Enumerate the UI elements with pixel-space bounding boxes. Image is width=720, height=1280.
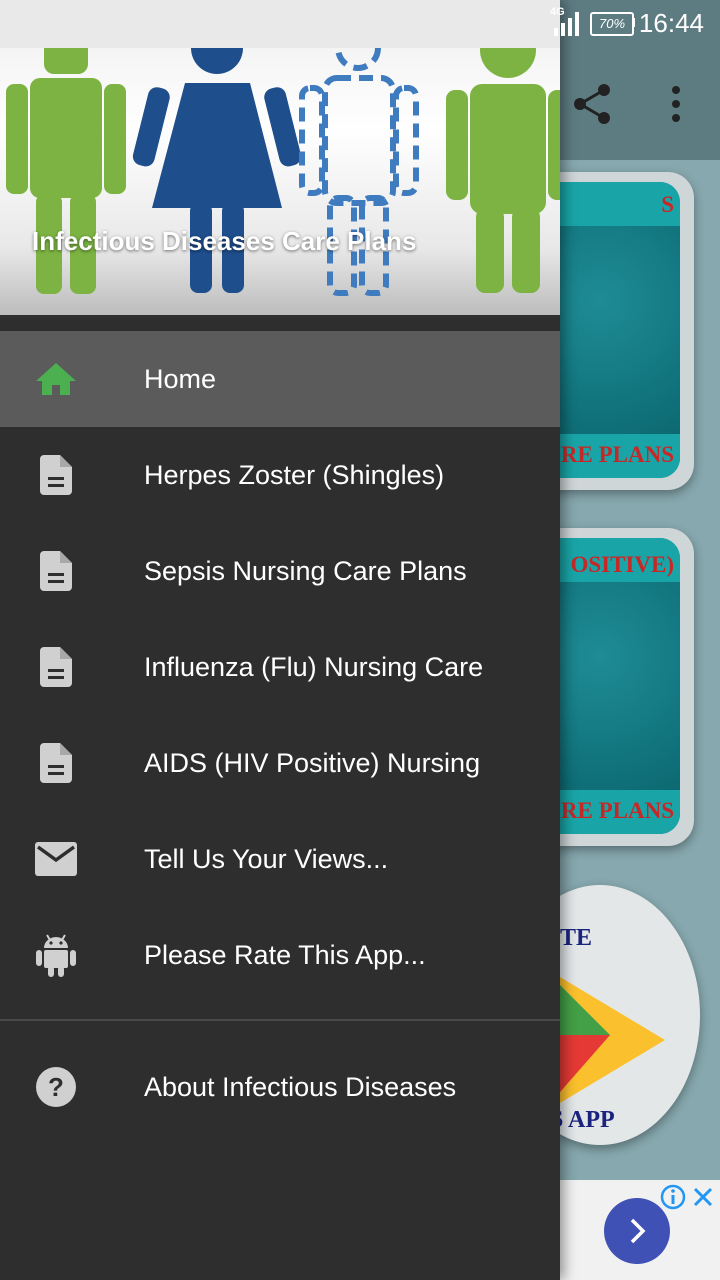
menu-item-label: AIDS (HIV Positive) Nursing bbox=[144, 747, 481, 778]
menu-item-label: Sepsis Nursing Care Plans bbox=[144, 555, 467, 586]
document-icon bbox=[34, 453, 78, 497]
document-icon bbox=[34, 549, 78, 593]
navigation-drawer: Infectious Diseases Care Plans Home Herp… bbox=[0, 0, 560, 1280]
clock: 16:44 bbox=[638, 8, 704, 38]
drawer-header: Infectious Diseases Care Plans bbox=[0, 48, 560, 315]
menu-divider bbox=[0, 1019, 560, 1021]
close-icon[interactable] bbox=[690, 1184, 716, 1210]
menu-item-label: Home bbox=[144, 363, 217, 394]
menu-item-herpes-zoster[interactable]: Herpes Zoster (Shingles) bbox=[0, 427, 560, 523]
status-bar: 4G 70% 16:44 bbox=[0, 0, 720, 48]
menu-item-sepsis[interactable]: Sepsis Nursing Care Plans bbox=[0, 523, 560, 619]
menu-item-rate-app[interactable]: Please Rate This App... bbox=[0, 907, 560, 1003]
help-icon: ? bbox=[34, 1065, 78, 1109]
people-figures-image bbox=[6, 48, 560, 296]
battery-tip bbox=[632, 18, 635, 27]
svg-text:?: ? bbox=[48, 1072, 64, 1102]
signal-icon bbox=[554, 12, 579, 36]
drawer-menu: Home Herpes Zoster (Shingles) Sepsis Nur… bbox=[0, 331, 560, 1003]
menu-item-about[interactable]: ? About Infectious Diseases bbox=[0, 1039, 560, 1135]
menu-item-label: About Infectious Diseases bbox=[144, 1071, 457, 1102]
more-options-icon[interactable] bbox=[652, 80, 700, 128]
chevron-right-icon bbox=[630, 1218, 646, 1244]
share-icon[interactable] bbox=[568, 80, 616, 128]
battery-icon: 70% bbox=[590, 12, 634, 36]
menu-item-influenza[interactable]: Influenza (Flu) Nursing Care bbox=[0, 619, 560, 715]
menu-item-feedback[interactable]: Tell Us Your Views... bbox=[0, 811, 560, 907]
rate-top-text: TE bbox=[560, 925, 593, 951]
drawer-title: Infectious Diseases Care Plans bbox=[32, 226, 417, 256]
document-icon bbox=[34, 741, 78, 785]
menu-item-home[interactable]: Home bbox=[0, 331, 560, 427]
menu-item-label: Please Rate This App... bbox=[144, 939, 426, 970]
mail-icon bbox=[34, 837, 78, 881]
android-icon bbox=[34, 933, 78, 977]
home-icon bbox=[34, 357, 78, 401]
menu-item-label: Herpes Zoster (Shingles) bbox=[144, 459, 445, 490]
menu-item-label: Influenza (Flu) Nursing Care bbox=[144, 651, 484, 682]
battery-level: 70% bbox=[598, 16, 626, 31]
info-icon[interactable] bbox=[660, 1184, 686, 1210]
menu-item-aids[interactable]: AIDS (HIV Positive) Nursing bbox=[0, 715, 560, 811]
menu-item-label: Tell Us Your Views... bbox=[144, 843, 389, 874]
document-icon bbox=[34, 645, 78, 689]
